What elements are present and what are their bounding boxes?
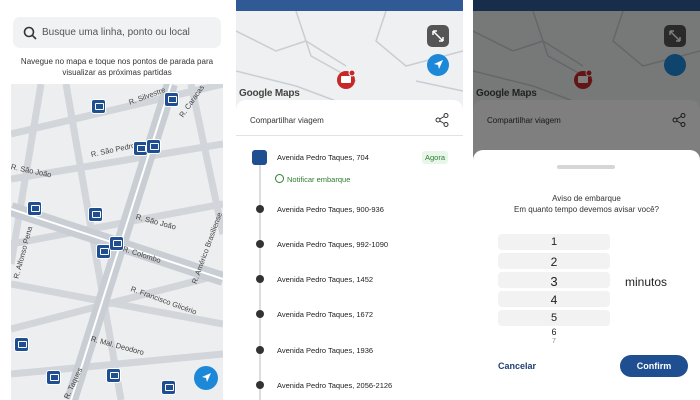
google-maps-logo: Google Maps xyxy=(239,88,300,99)
picker-option[interactable]: 5 xyxy=(498,312,610,324)
stop-dot xyxy=(256,346,264,354)
minutes-picker[interactable]: 1 2 3 4 5 6 7 xyxy=(498,234,610,346)
minutes-unit-label: minutos xyxy=(625,275,668,289)
navigation-arrow-icon xyxy=(434,60,443,69)
map-hint-line: Navegue no mapa e toque nos pontos de pa… xyxy=(20,57,214,66)
stop-name: Avenida Pedro Taques, 704 xyxy=(277,153,369,162)
picker-option[interactable]: 4 xyxy=(498,293,610,307)
dialog-title: Aviso de embarque xyxy=(552,194,621,203)
bus-stop-icon[interactable] xyxy=(91,99,106,114)
street-map[interactable]: R. Caracas R. Silvestre R. São Pedro R. … xyxy=(11,83,223,400)
top-bar xyxy=(236,0,463,11)
bus-stop-icon[interactable] xyxy=(14,337,29,352)
stop-dot xyxy=(256,205,264,213)
dialog-question: Em quanto tempo devemos avisar você? xyxy=(514,205,659,214)
stop-dot xyxy=(256,275,264,283)
share-trip-label[interactable]: Compartilhar viagem xyxy=(250,116,324,125)
stop-name: Avenida Pedro Taques, 900-936 xyxy=(277,205,384,214)
map-panel: Busque uma linha, ponto ou local Navegue… xyxy=(11,0,223,400)
bus-stop-icon[interactable] xyxy=(27,201,42,216)
bus-stop-icon[interactable] xyxy=(88,207,103,222)
alert-panel: Google Maps Compartilhar viagem Aviso de… xyxy=(473,0,700,400)
search-icon xyxy=(23,26,37,40)
boarding-alert-dialog: Aviso de embarque Em quanto tempo devemo… xyxy=(473,150,700,400)
stop-name: Avenida Pedro Taques, 2056-2126 xyxy=(277,381,393,390)
picker-option-selected[interactable]: 3 xyxy=(498,274,610,289)
stop-dot xyxy=(256,310,264,318)
bus-icon xyxy=(252,150,267,165)
picker-option[interactable]: 1 xyxy=(498,236,610,248)
navigation-arrow-icon xyxy=(202,373,211,382)
share-icon[interactable] xyxy=(434,112,450,128)
bus-marker-icon xyxy=(337,69,356,89)
notify-boarding-button[interactable]: Notificar embarque xyxy=(275,174,350,184)
stop-name: Avenida Pedro Taques, 1672 xyxy=(277,310,374,319)
stop-name: Avenida Pedro Taques, 1936 xyxy=(277,346,374,355)
bus-stop-icon[interactable] xyxy=(46,370,61,385)
trip-map[interactable]: Google Maps xyxy=(236,11,463,106)
locate-button[interactable] xyxy=(194,366,218,390)
picker-option[interactable]: 2 xyxy=(498,255,610,269)
map-hint-line: visualizar as próximas partidas xyxy=(62,68,172,77)
trip-panel: Google Maps Compartilhar viagem Avenida … xyxy=(236,0,463,400)
stop-name: Avenida Pedro Taques, 992-1090 xyxy=(277,240,389,249)
expand-icon xyxy=(432,30,444,42)
search-placeholder: Busque uma linha, ponto ou local xyxy=(42,27,190,38)
stop-dot xyxy=(256,381,264,389)
confirm-button[interactable]: Confirm xyxy=(620,355,688,377)
bus-stop-icon[interactable] xyxy=(109,236,124,251)
picker-option[interactable]: 7 xyxy=(498,338,610,345)
expand-map-button[interactable] xyxy=(427,25,449,47)
locate-button[interactable] xyxy=(427,54,449,76)
cancel-button[interactable]: Cancelar xyxy=(498,361,536,371)
stop-name: Avenida Pedro Taques, 1452 xyxy=(277,275,374,284)
now-badge: Agora xyxy=(422,151,449,164)
stop-dot xyxy=(256,240,264,248)
bus-stop-icon[interactable] xyxy=(146,139,161,154)
search-bar[interactable]: Busque uma linha, ponto ou local xyxy=(13,17,221,48)
bus-stop-icon[interactable] xyxy=(106,368,121,383)
drag-handle[interactable] xyxy=(557,165,615,169)
map-hint: Navegue no mapa e toque nos pontos de pa… xyxy=(11,56,223,78)
picker-option[interactable]: 6 xyxy=(498,327,610,337)
bus-stop-icon[interactable] xyxy=(161,380,176,395)
bus-stop-icon[interactable] xyxy=(164,92,179,107)
divider xyxy=(236,135,463,136)
trip-sheet: Compartilhar viagem Avenida Pedro Taques… xyxy=(236,100,463,400)
